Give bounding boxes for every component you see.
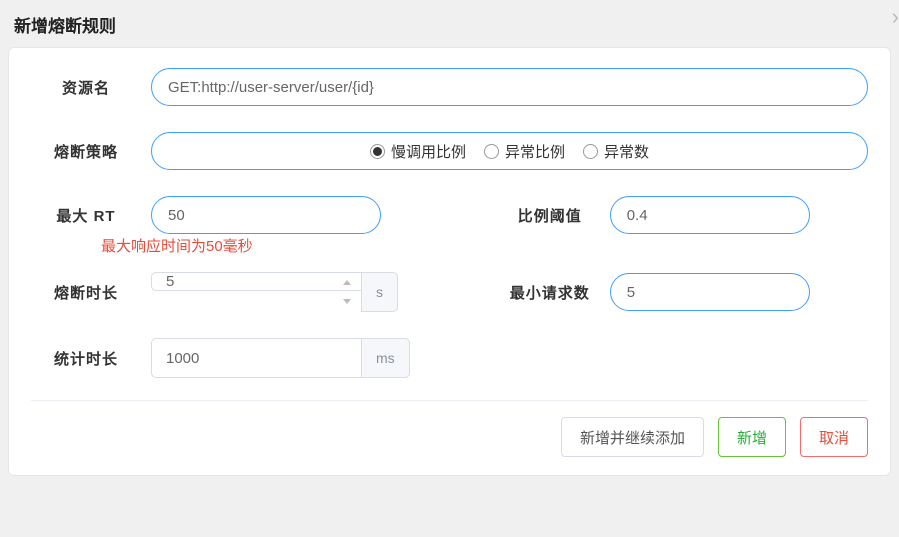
- radio-dot-checked-icon: [370, 144, 385, 159]
- radio-dot-icon: [484, 144, 499, 159]
- add-continue-button[interactable]: 新增并继续添加: [561, 417, 704, 457]
- stat-duration-unit: ms: [361, 338, 410, 378]
- resource-input[interactable]: [151, 68, 868, 106]
- stat-duration-input[interactable]: [151, 338, 361, 378]
- break-duration-input[interactable]: [151, 272, 361, 291]
- stat-duration-group: ms: [151, 338, 410, 378]
- cancel-button[interactable]: 取消: [800, 417, 868, 457]
- label-strategy: 熔断策略: [31, 141, 151, 162]
- label-max-rt: 最大 RT: [31, 205, 151, 226]
- radio-error-count[interactable]: 异常数: [583, 141, 649, 162]
- label-resource: 资源名: [31, 77, 151, 98]
- label-stat-duration: 统计时长: [31, 348, 151, 369]
- max-rt-note: 最大响应时间为50毫秒: [101, 235, 253, 256]
- page-title: 新增熔断规则: [0, 0, 899, 47]
- form-card: 资源名 熔断策略 慢调用比例 异常比例 异常数: [8, 47, 891, 476]
- radio-dot-icon: [583, 144, 598, 159]
- radio-label: 异常比例: [505, 141, 565, 162]
- label-min-requests: 最小请求数: [500, 282, 610, 303]
- ratio-threshold-input[interactable]: [610, 196, 810, 234]
- label-ratio-threshold: 比例阈值: [500, 205, 610, 226]
- max-rt-input[interactable]: [151, 196, 381, 234]
- radio-slow-ratio[interactable]: 慢调用比例: [370, 141, 466, 162]
- label-break-duration: 熔断时长: [31, 282, 151, 303]
- break-duration-group: s: [151, 272, 398, 312]
- strategy-radio-group: 慢调用比例 异常比例 异常数: [151, 132, 868, 170]
- divider: [31, 400, 868, 401]
- close-icon[interactable]: ›: [892, 4, 899, 30]
- add-button[interactable]: 新增: [718, 417, 786, 457]
- min-requests-input[interactable]: [610, 273, 810, 311]
- radio-label: 慢调用比例: [391, 141, 466, 162]
- footer-actions: 新增并继续添加 新增 取消: [31, 417, 868, 457]
- break-duration-unit: s: [361, 272, 398, 312]
- radio-label: 异常数: [604, 141, 649, 162]
- radio-error-ratio[interactable]: 异常比例: [484, 141, 565, 162]
